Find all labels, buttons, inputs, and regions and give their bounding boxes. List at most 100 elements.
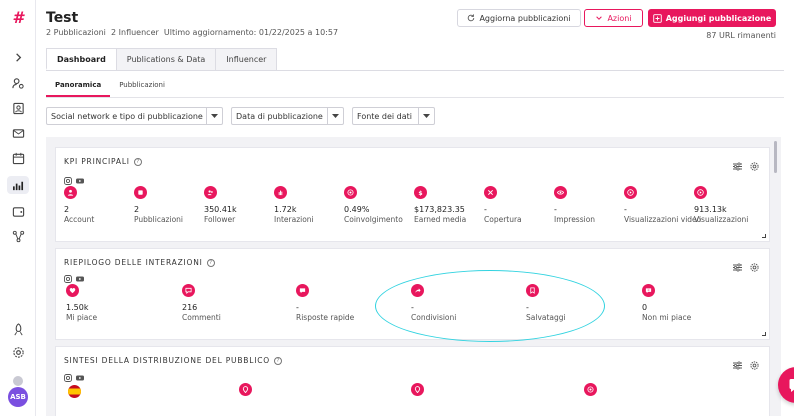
- metric-value: 1.72k: [274, 205, 297, 214]
- metric-label: Mi piace: [66, 313, 98, 322]
- filter-label: Fonte dei dati: [357, 111, 412, 121]
- metric-label: Visualizzazioni video: [624, 215, 702, 224]
- subtab-publications[interactable]: Pubblicazioni: [110, 78, 174, 97]
- sub-tabs: Panoramica Pubblicazioni: [46, 78, 174, 97]
- user-icon: [64, 186, 77, 199]
- metric-item: $ $173,823.35 Earned media: [414, 186, 494, 224]
- post-icon: [134, 186, 147, 199]
- resize-handle[interactable]: [762, 234, 766, 238]
- page-meta: 2 Pubblicazioni 2 Influencer Ultimo aggi…: [46, 28, 338, 37]
- youtube-icon: [76, 367, 84, 381]
- actions-label: Azioni: [607, 13, 632, 23]
- tab-publications-data[interactable]: Publications & Data: [115, 48, 217, 70]
- refresh-label: Aggiorna pubblicazioni: [479, 13, 571, 23]
- spain-flag-icon: [68, 383, 148, 402]
- metric-label: Coinvolgimento: [344, 215, 403, 224]
- dislike-icon: [642, 284, 655, 297]
- help-icon[interactable]: ?: [133, 157, 142, 166]
- kpi-title: KPI PRINCIPALI: [64, 157, 130, 166]
- card-tools: [733, 355, 759, 370]
- metric-label: Commenti: [182, 313, 221, 322]
- gear-icon[interactable]: [750, 156, 759, 171]
- heart-icon: [66, 284, 79, 297]
- metric-label: Visualizzazioni: [694, 215, 749, 224]
- actions-button[interactable]: Azioni: [584, 9, 643, 27]
- metric-label: Earned media: [414, 215, 467, 224]
- metric-item: - Copertura: [484, 186, 564, 224]
- play-icon: [624, 186, 637, 199]
- dollar-icon: $: [414, 186, 427, 199]
- metric-value: 216: [182, 303, 198, 312]
- last-update: Ultimo aggiornamento: 01/22/2025 a 10:57: [163, 28, 339, 37]
- interactions-title: RIEPILOGO DELLE INTERAZIONI: [64, 258, 203, 267]
- resize-handle[interactable]: [762, 332, 766, 336]
- rocket-icon[interactable]: [11, 322, 25, 336]
- chevron-right-icon[interactable]: [11, 50, 25, 64]
- wallet-icon[interactable]: [11, 204, 25, 218]
- url-remaining: 87 URL rimanenti: [706, 31, 776, 40]
- chat-help-icon: ?: [789, 379, 794, 392]
- audience-card: SINTESI DELLA DISTRIBUZIONE DEL PUBBLICO…: [55, 346, 770, 416]
- metric-item: 1.72k Interazioni: [274, 186, 354, 224]
- platform-icons: [64, 367, 84, 382]
- filter-social-network[interactable]: Social network e tipo di pubblicazione: [46, 107, 223, 125]
- network-icon[interactable]: [11, 229, 25, 243]
- subtab-overview[interactable]: Panoramica: [46, 78, 111, 97]
- influencer-count: 2 Influencer: [111, 28, 159, 37]
- contacts-icon[interactable]: [11, 101, 25, 115]
- help-icon[interactable]: ?: [273, 356, 282, 365]
- metric-label: Account: [64, 215, 95, 224]
- filter-data-source[interactable]: Fonte dei dati: [352, 107, 435, 125]
- metric-label: Risposte rapide: [296, 313, 355, 322]
- eye-icon: [554, 186, 567, 199]
- gear-icon[interactable]: [750, 257, 759, 272]
- metric-value: 0: [642, 303, 648, 312]
- avatar[interactable]: ASB: [8, 387, 28, 407]
- brand-logo[interactable]: #: [9, 9, 27, 27]
- add-publication-label: Aggiungi pubblicazione: [665, 13, 772, 23]
- settings-icon[interactable]: [11, 345, 25, 359]
- platform-icons: [64, 268, 84, 283]
- main-panel: Test 2 Pubblicazioni 2 Influencer Ultimo…: [36, 0, 794, 416]
- svg-text:$: $: [418, 190, 422, 196]
- metric-value: -: [484, 205, 487, 214]
- kpi-card: KPI PRINCIPALI? 2 Account 2 Pubblicazioni 35…: [55, 147, 770, 242]
- metric-value: -: [296, 303, 299, 312]
- tab-dashboard[interactable]: Dashboard: [46, 48, 117, 70]
- gear-icon[interactable]: [750, 355, 759, 370]
- add-publication-button[interactable]: Aggiungi pubblicazione: [648, 9, 776, 27]
- page-title: Test: [46, 10, 79, 26]
- card-tools: [733, 156, 759, 171]
- metric-item: 216 Commenti: [182, 284, 262, 322]
- metric-value: 913.13k: [694, 205, 727, 214]
- subtab-divider: [46, 97, 784, 98]
- calendar-icon[interactable]: [11, 151, 25, 165]
- filter-publication-date[interactable]: Data di pubblicazione: [231, 107, 344, 125]
- metric-label: Follower: [204, 215, 236, 224]
- filter-label: Social network e tipo di pubblicazione: [51, 111, 203, 121]
- metric-label: Impression: [554, 215, 596, 224]
- card-title: SINTESI DELLA DISTRIBUZIONE DEL PUBBLICO…: [64, 356, 282, 365]
- refresh-publications-button[interactable]: Aggiorna pubblicazioni: [457, 9, 581, 27]
- help-icon[interactable]: ?: [206, 258, 215, 267]
- caret-down-icon: [327, 108, 343, 124]
- mail-icon[interactable]: [11, 126, 25, 140]
- filter-sliders-icon[interactable]: [733, 156, 742, 171]
- plus-square-icon: [652, 13, 662, 23]
- annotation-highlight-circle: [375, 270, 605, 342]
- metric-value: -: [624, 205, 627, 214]
- metric-value: -: [554, 205, 557, 214]
- filter-sliders-icon[interactable]: [733, 355, 742, 370]
- metric-item: 2 Account: [64, 186, 144, 224]
- analytics-icon[interactable]: [11, 178, 25, 192]
- metric-label: Pubblicazioni: [134, 215, 183, 224]
- tab-divider: [46, 70, 784, 71]
- refresh-icon: [468, 14, 475, 22]
- user-search-icon[interactable]: [11, 76, 25, 90]
- metric-label: Interazioni: [274, 215, 314, 224]
- followers-icon: [204, 186, 217, 199]
- card-title: KPI PRINCIPALI?: [64, 157, 142, 166]
- tab-influencer[interactable]: Influencer: [215, 48, 278, 70]
- filter-sliders-icon[interactable]: [733, 257, 742, 272]
- scrollbar[interactable]: [774, 141, 777, 173]
